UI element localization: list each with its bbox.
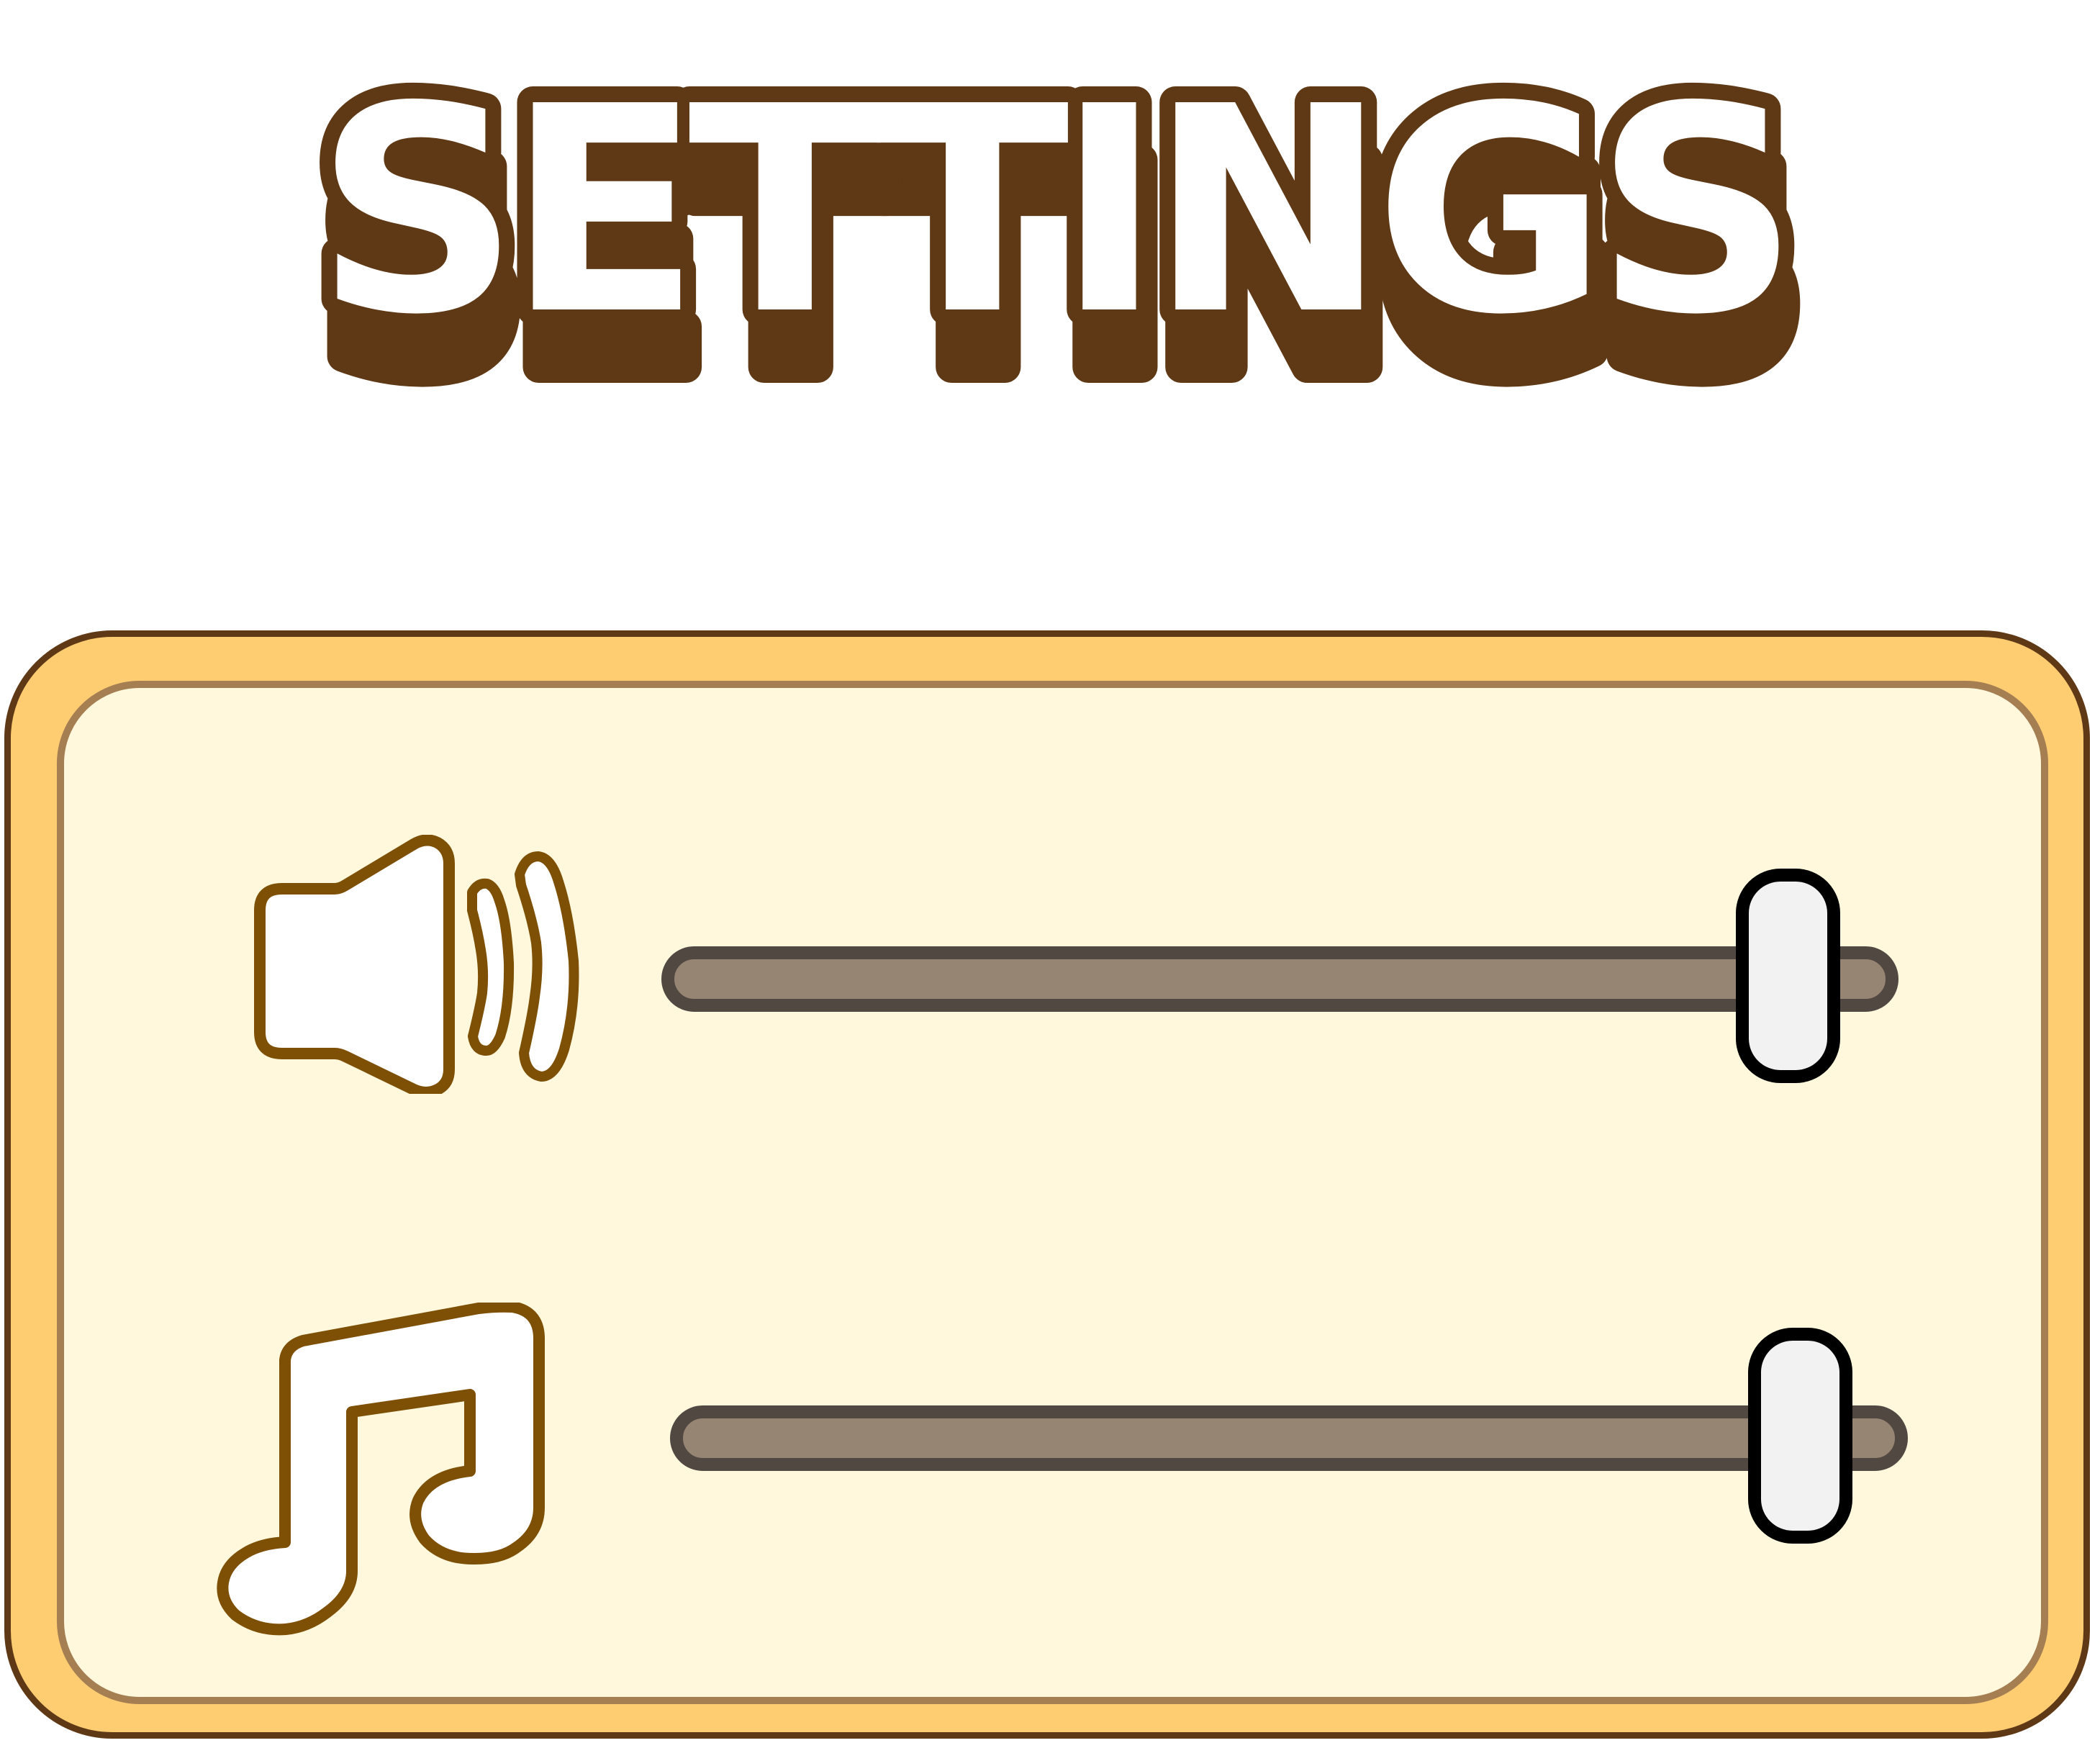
music-slider-track[interactable]: [670, 1405, 1908, 1471]
speaker-icon: [254, 835, 579, 1094]
sound-slider-thumb[interactable]: [1736, 869, 1840, 1083]
music-note-icon: [217, 1303, 545, 1636]
title-text: SETTINGS: [315, 46, 1787, 377]
music-slider-thumb[interactable]: [1748, 1328, 1852, 1544]
settings-title: SETTINGS SETTINGS SETTINGS: [299, 30, 1821, 450]
sound-slider-track[interactable]: [661, 946, 1898, 1012]
